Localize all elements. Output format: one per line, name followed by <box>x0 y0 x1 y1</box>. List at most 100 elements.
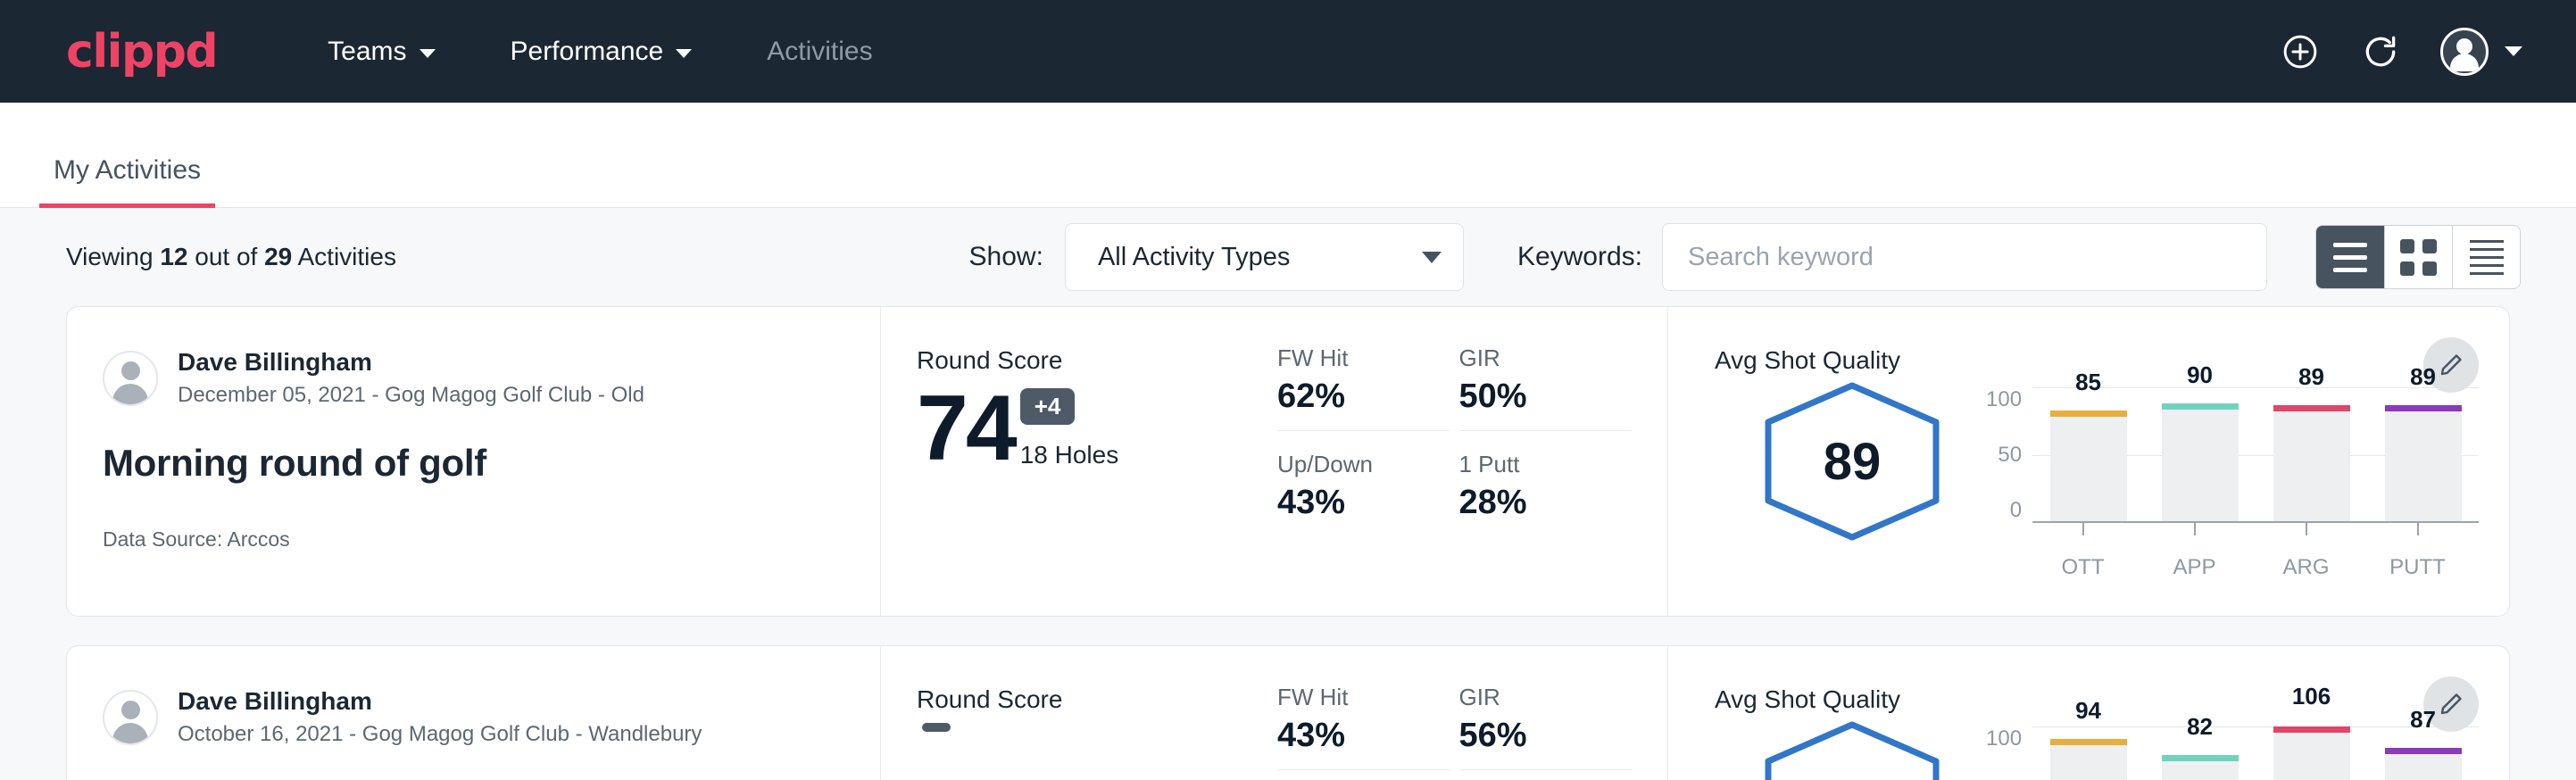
grid-view-icon <box>2400 239 2437 276</box>
chart-bar-ott: 85 <box>2050 387 2127 521</box>
y-tick-label: 50 <box>1998 443 2022 468</box>
stat-value: 50% <box>1459 378 1591 416</box>
viewing-suffix: Activities <box>292 243 396 270</box>
stat-label: FW Hit <box>1277 684 1409 711</box>
primary-nav-links: Teams Performance Activities <box>315 28 885 76</box>
activity-type-select[interactable]: All Activity Types <box>1065 223 1464 291</box>
shot-quality-bar-chart: 100 50 0 94 82 <box>1986 726 2479 780</box>
round-score-label: Round Score <box>917 685 1258 714</box>
stat-label: GIR <box>1459 344 1591 372</box>
activity-user-block: Dave Billingham October 16, 2021 - Gog M… <box>178 685 702 749</box>
view-mode-compact-button[interactable] <box>2452 226 2520 288</box>
compact-view-icon <box>2470 240 2504 275</box>
bar-value-label: 89 <box>2410 363 2436 391</box>
activity-user-row: Dave Billingham October 16, 2021 - Gog M… <box>103 685 844 749</box>
nav-item-performance[interactable]: Performance <box>498 28 705 76</box>
tab-my-activities[interactable]: My Activities <box>39 155 215 207</box>
chart-bar-arg: 106 <box>2273 726 2350 780</box>
activity-user-name: Dave Billingham <box>178 685 702 717</box>
avg-shot-quality-hexagon: 89 <box>1757 380 1947 543</box>
stat-fw-hit: FW Hit 43% <box>1277 684 1450 770</box>
pencil-icon <box>2438 352 2464 378</box>
chevron-down-icon <box>2505 46 2522 56</box>
x-tick-label: PUTT <box>2380 555 2456 580</box>
stat-value: 28% <box>1459 484 1591 522</box>
refresh-button[interactable] <box>2360 31 2401 72</box>
activity-title: Morning round of golf <box>103 442 844 485</box>
shot-quality-row: 89 100 50 0 85 <box>1715 380 2509 580</box>
account-menu-button[interactable] <box>2440 28 2522 76</box>
stat-label: GIR <box>1459 684 1591 711</box>
stat-value: 62% <box>1277 378 1409 416</box>
y-tick-label: 100 <box>1986 726 2022 751</box>
avatar <box>103 690 158 745</box>
chevron-down-icon <box>420 49 436 58</box>
add-activity-button[interactable] <box>2280 31 2321 72</box>
shot-quality-column: Avg Shot Quality 89 100 50 0 <box>1668 307 2509 616</box>
activity-data-source: Data Source: Arccos <box>103 527 844 552</box>
show-label: Show: <box>969 242 1043 272</box>
clippd-logo[interactable]: clippd <box>66 25 217 79</box>
stat-value: 43% <box>1277 484 1409 522</box>
round-score-side: +4 18 Holes <box>1020 388 1119 475</box>
stat-fw-hit: FW Hit 62% <box>1277 344 1450 431</box>
stat-gir: GIR 50% <box>1459 344 1633 431</box>
viewing-middle: out of <box>187 243 264 270</box>
keywords-label: Keywords: <box>1517 242 1642 272</box>
chevron-down-icon <box>1422 252 1442 263</box>
avg-shot-quality-label: Avg Shot Quality <box>1715 346 2509 375</box>
bar-value-label: 85 <box>2075 369 2101 396</box>
viewing-count-text: Viewing 12 out of 29 Activities <box>66 243 396 271</box>
stat-up-down: Up/Down 43% <box>1277 451 1450 522</box>
chart-bar-putt: 89 <box>2385 387 2462 521</box>
viewing-count: 12 <box>160 243 187 270</box>
score-to-par-badge <box>922 723 951 732</box>
stats-column: FW Hit 43% GIR 56% <box>1258 646 1668 780</box>
filter-toolbar: Viewing 12 out of 29 Activities Show: Al… <box>0 208 2576 306</box>
nav-item-teams[interactable]: Teams <box>315 28 447 76</box>
stat-label: Up/Down <box>1277 451 1409 478</box>
x-tick-label: ARG <box>2268 555 2345 580</box>
list-view-icon <box>2333 243 2367 272</box>
nav-item-activities[interactable]: Activities <box>754 28 885 76</box>
activity-card[interactable]: Dave Billingham October 16, 2021 - Gog M… <box>66 645 2510 780</box>
plus-circle-icon <box>2281 32 2320 71</box>
round-score-value: 74 <box>917 384 1015 475</box>
y-tick-label: 100 <box>1986 387 2022 412</box>
view-mode-list-button[interactable] <box>2316 226 2384 288</box>
round-score-row <box>917 723 1258 753</box>
round-score-column: Round Score 74 +4 18 Holes <box>881 307 1258 616</box>
data-source-value: Arccos <box>227 527 289 551</box>
chart-x-axis: OTT APP ARG PUTT <box>2027 555 2473 580</box>
view-mode-grid-button[interactable] <box>2384 226 2452 288</box>
activity-meta: October 16, 2021 - Gog Magog Golf Club -… <box>178 720 702 749</box>
avg-shot-quality-label: Avg Shot Quality <box>1715 685 2509 714</box>
nav-actions <box>2280 28 2522 76</box>
view-mode-toggle-group <box>2315 225 2521 289</box>
tab-my-activities-label: My Activities <box>54 155 201 185</box>
x-tick-label: OTT <box>2045 555 2122 580</box>
chart-bar-putt: 87 <box>2385 726 2462 780</box>
nav-item-teams-label: Teams <box>328 37 406 67</box>
filter-controls: Show: All Activity Types Keywords: <box>969 223 2521 291</box>
search-input[interactable] <box>1662 223 2267 291</box>
avg-shot-quality-value: 89 <box>1757 380 1947 543</box>
activity-info-column: Dave Billingham October 16, 2021 - Gog M… <box>67 646 881 780</box>
activity-card[interactable]: Dave Billingham December 05, 2021 - Gog … <box>66 306 2510 617</box>
stat-one-putt: 1 Putt 28% <box>1459 451 1633 522</box>
chart-x-ticks <box>2027 523 2473 535</box>
stats-column: FW Hit 62% GIR 50% Up/Down 43% 1 Putt 28… <box>1258 307 1668 616</box>
pencil-icon <box>2438 691 2464 718</box>
refresh-icon <box>2361 32 2400 71</box>
round-score-column: Round Score <box>881 646 1258 780</box>
chart-y-axis: 100 50 0 <box>1986 726 2032 780</box>
score-to-par-badge: +4 <box>1020 388 1076 425</box>
holes-count: 18 Holes <box>1020 441 1119 469</box>
activity-user-name: Dave Billingham <box>178 346 644 378</box>
activity-info-column: Dave Billingham December 05, 2021 - Gog … <box>67 307 881 616</box>
bar-value-label: 90 <box>2187 361 2213 389</box>
bar-value-label: 87 <box>2410 706 2436 734</box>
avatar <box>2440 28 2489 76</box>
chart-bar-app: 82 <box>2162 726 2239 780</box>
shot-quality-bar-chart: 100 50 0 85 90 <box>1986 387 2479 580</box>
